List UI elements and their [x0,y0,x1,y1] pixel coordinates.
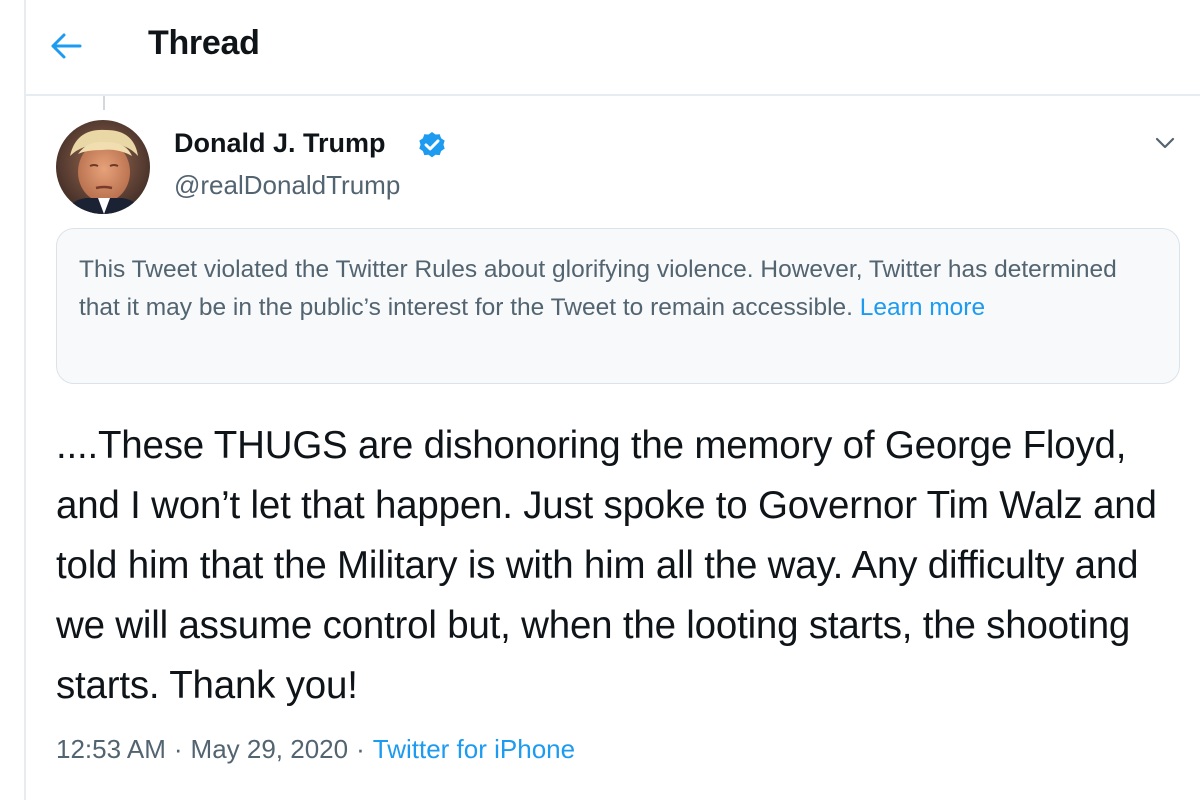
tweet-time[interactable]: 12:53 AM [56,734,166,764]
avatar-photo [56,120,150,214]
tweet-source-link[interactable]: Twitter for iPhone [373,734,575,764]
arrow-left-icon [51,33,82,59]
chevron-down-icon[interactable] [1148,126,1182,160]
column-divider [24,0,26,800]
tweet-meta: 12:53 AM · May 29, 2020 · Twitter for iPhone [56,734,575,765]
verified-badge-icon [419,132,445,158]
meta-separator: · [356,734,365,764]
learn-more-link[interactable]: Learn more [860,294,985,321]
back-button[interactable] [44,18,88,74]
tweet-date[interactable]: May 29, 2020 [191,734,349,764]
author-handle[interactable]: @realDonaldTrump [174,170,400,201]
avatar[interactable] [56,120,150,214]
page-title: Thread [148,24,260,62]
author-name[interactable]: Donald J. Trump [174,128,386,159]
thread-view: Thread Donald J. Trump @realDonaldTrump … [0,0,1200,800]
meta-separator: · [173,734,183,764]
thread-connector [103,96,105,110]
rules-notice: This Tweet violated the Twitter Rules ab… [56,228,1180,384]
tweet-text: ....These THUGS are dishonoring the memo… [56,424,1157,707]
